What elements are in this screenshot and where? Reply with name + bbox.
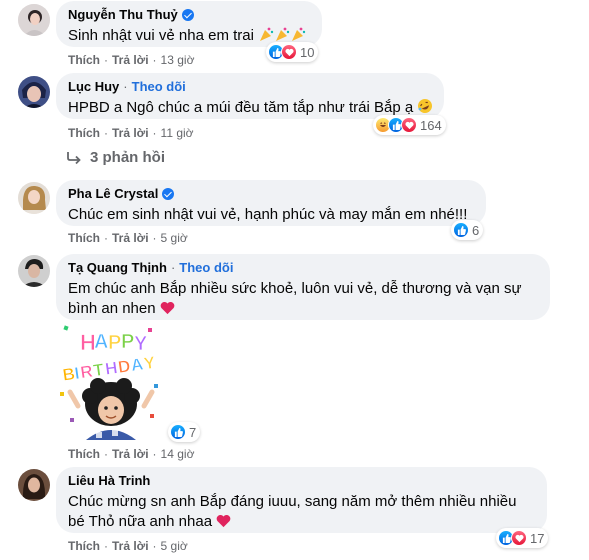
comment-actions: Thích · Trả lời · 11 giờ [68, 126, 194, 140]
reaction-count: 6 [472, 222, 480, 238]
comment-time[interactable]: 5 giờ [161, 539, 188, 553]
verified-badge-icon [181, 9, 194, 21]
reaction-count: 10 [300, 44, 315, 60]
reply-arrow-icon [66, 151, 82, 165]
comment-bubble: Pha Lê Crystal Chúc em sinh nhật vui vẻ,… [56, 180, 486, 226]
comment-actions: Thích · Trả lời · 13 giờ [68, 53, 195, 67]
reply-button[interactable]: Trả lời [112, 231, 149, 245]
comment-bubble: Nguyễn Thu Thuỷ Sinh nhật vui vẻ nha em … [56, 1, 322, 47]
svg-text:P: P [121, 331, 134, 353]
birthday-sticker[interactable]: H A P P Y B I R T H D A Y [56, 322, 166, 440]
reaction-count: 7 [189, 424, 197, 440]
love-reaction-icon [281, 44, 297, 60]
love-reaction-icon [511, 530, 527, 546]
view-replies-button[interactable]: 3 phản hồi [66, 149, 165, 166]
comment-text: Chúc em sinh nhật vui vẻ, hạnh phúc và m… [68, 206, 468, 223]
reaction-summary[interactable]: 7 [168, 422, 201, 442]
red-heart-icon [216, 514, 231, 534]
reaction-summary[interactable]: 164 [373, 115, 446, 135]
like-reaction-icon [453, 222, 469, 238]
reply-button[interactable]: Trả lời [112, 447, 149, 461]
comment-text: Chúc mừng sn anh Bắp đáng iuuu, sang năm… [68, 492, 535, 534]
svg-text:Y: Y [134, 333, 148, 355]
comment-time[interactable]: 5 giờ [161, 231, 188, 245]
commenter-name[interactable]: Tạ Quang Thịnh [68, 260, 167, 276]
avatar[interactable] [18, 255, 50, 287]
follow-button[interactable]: Theo dõi [132, 79, 186, 95]
commenter-name[interactable]: Lục Huy [68, 79, 119, 95]
svg-text:P: P [108, 332, 121, 354]
comment-time[interactable]: 13 giờ [161, 53, 195, 67]
commenter-name[interactable]: Nguyễn Thu Thuỷ [68, 7, 178, 23]
reply-button[interactable]: Trả lời [112, 53, 149, 67]
comment-actions: Thích · Trả lời · 14 giờ [68, 447, 195, 461]
reply-button[interactable]: Trả lời [112, 539, 149, 553]
love-reaction-icon [401, 117, 417, 133]
reaction-summary[interactable]: 10 [266, 42, 319, 62]
reaction-summary[interactable]: 6 [451, 220, 484, 240]
replies-count-label: 3 phản hồi [90, 149, 165, 166]
avatar[interactable] [18, 182, 50, 214]
like-button[interactable]: Thích [68, 53, 100, 67]
comment-bubble: Tạ Quang Thịnh · Theo dõi Em chúc anh Bắ… [56, 254, 550, 320]
svg-text:A: A [94, 331, 108, 353]
like-button[interactable]: Thích [68, 231, 100, 245]
reaction-count: 17 [530, 530, 545, 546]
svg-text:Y: Y [143, 353, 158, 373]
comment-text: Em chúc anh Bắp nhiều sức khoẻ, luôn vui… [68, 279, 538, 321]
comment-bubble: Liêu Hà Trinh Chúc mừng sn anh Bắp đáng … [56, 467, 547, 533]
avatar[interactable] [18, 469, 50, 501]
like-button[interactable]: Thích [68, 447, 100, 461]
comment-time[interactable]: 11 giờ [161, 126, 194, 140]
like-reaction-icon [170, 424, 186, 440]
like-button[interactable]: Thích [68, 539, 100, 553]
red-heart-icon [160, 301, 175, 321]
commenter-name[interactable]: Pha Lê Crystal [68, 186, 158, 202]
comment-actions: Thích · Trả lời · 5 giờ [68, 231, 188, 245]
like-button[interactable]: Thích [68, 126, 100, 140]
commenter-name[interactable]: Liêu Hà Trinh [68, 473, 150, 489]
avatar[interactable] [18, 4, 50, 36]
verified-badge-icon [162, 188, 175, 200]
avatar[interactable] [18, 76, 50, 108]
follow-button[interactable]: Theo dõi [179, 260, 233, 276]
reaction-count: 164 [420, 117, 442, 133]
reaction-summary[interactable]: 17 [496, 528, 549, 548]
comment-actions: Thích · Trả lời · 5 giờ [68, 539, 188, 553]
reply-button[interactable]: Trả lời [112, 126, 149, 140]
comment-bubble: Lục Huy · Theo dõi HPBD a Ngô chúc a múi… [56, 73, 444, 119]
comment-time[interactable]: 14 giờ [161, 447, 195, 461]
